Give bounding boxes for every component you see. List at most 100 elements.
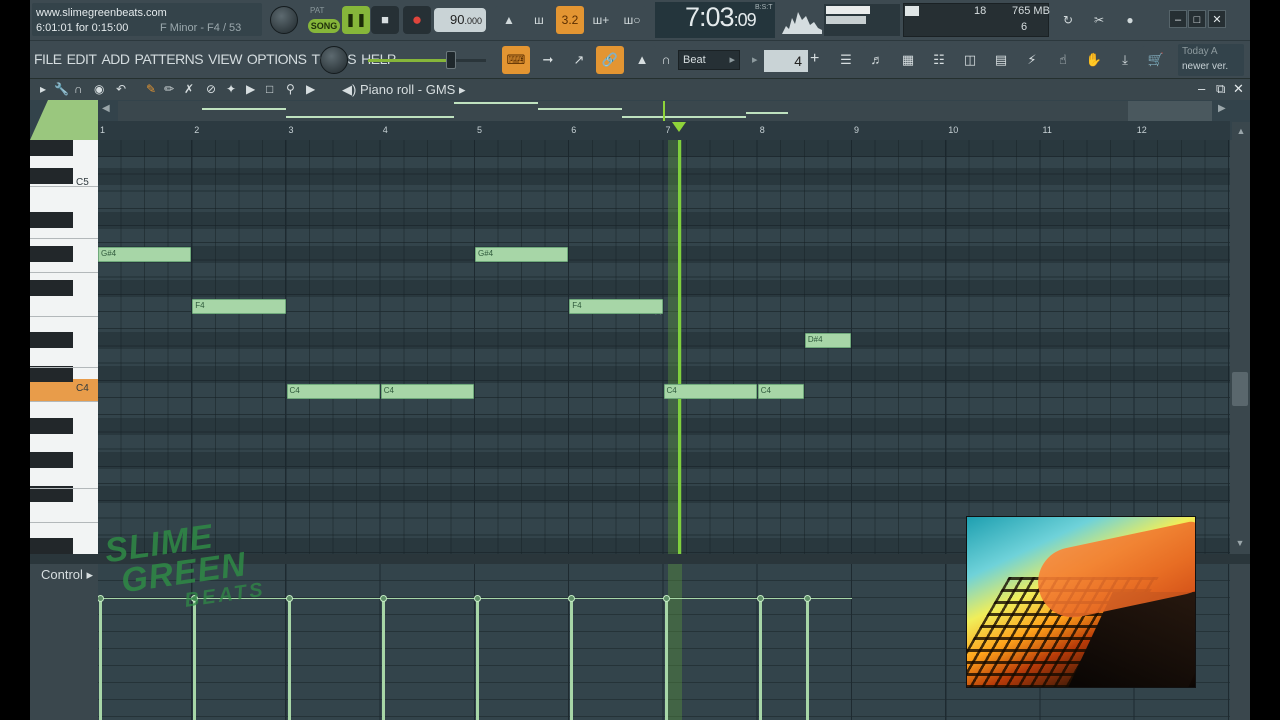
playhead-line[interactable] — [678, 140, 681, 554]
ensemble-button[interactable]: ✋ — [1080, 46, 1108, 74]
velocity-stem[interactable] — [476, 598, 479, 720]
wrench-icon[interactable]: 🔧 — [54, 82, 69, 96]
blend-notes-button[interactable]: ш+ — [587, 6, 615, 34]
velocity-handle[interactable] — [803, 595, 811, 602]
countdown-button[interactable]: 3.2 — [556, 6, 584, 34]
menu-patterns[interactable]: PATTERNS — [135, 51, 204, 67]
stamp-icon[interactable]: ◉ — [94, 82, 104, 96]
event-editor-scrollbar[interactable] — [1230, 564, 1250, 720]
note[interactable]: C4 — [286, 384, 380, 399]
oscilloscope-icon[interactable] — [782, 6, 822, 34]
zoom-icon[interactable]: ⚲ — [286, 82, 295, 96]
piano-roll-maximize-button[interactable]: ⧉ — [1216, 81, 1225, 97]
note-grid[interactable]: ⇔ G#4F4C4C4G#4F4C4C4D#4 — [98, 140, 1230, 554]
velocity-handle[interactable] — [379, 595, 387, 602]
slice-tool-icon[interactable]: ✦ — [226, 82, 236, 96]
step-value-field[interactable]: 4 — [764, 50, 808, 72]
mute-tool-icon[interactable]: ⊘ — [206, 82, 216, 96]
velocity-handle[interactable] — [474, 595, 481, 602]
magnet-snap-button[interactable]: ∩ — [658, 46, 674, 74]
black-key[interactable] — [30, 538, 73, 554]
black-key[interactable] — [30, 332, 73, 348]
pattern-song-switch[interactable]: PAT SONG — [308, 5, 342, 35]
channel-rack-button[interactable]: ▦ — [894, 46, 922, 74]
menu-add[interactable]: ADD — [101, 51, 130, 67]
undo-history-button[interactable]: ↻ — [1054, 6, 1082, 34]
delete-tool-icon[interactable]: ✗ — [184, 82, 194, 96]
plugin-picker-button[interactable]: ◫ — [956, 46, 984, 74]
piano-roll-minimize-button[interactable]: – — [1198, 81, 1205, 96]
step-increase-button[interactable]: + — [810, 50, 819, 68]
metronome-button[interactable]: ▲ — [495, 6, 523, 34]
master-volume-slider[interactable] — [368, 59, 486, 62]
stop-button[interactable]: ■ — [371, 6, 399, 34]
window-close-button[interactable]: ✕ — [1208, 10, 1226, 28]
multilink-button[interactable]: 🔗 — [596, 46, 624, 74]
black-key[interactable] — [30, 246, 73, 262]
magnet-icon[interactable]: ∩ — [74, 82, 83, 96]
vertical-scroll-thumb[interactable] — [1232, 372, 1248, 406]
loop-record-button[interactable]: ш○ — [618, 6, 646, 34]
download-button[interactable]: ⤓ — [1111, 46, 1139, 74]
main-volume-knob[interactable] — [270, 6, 298, 34]
note[interactable]: F4 — [192, 299, 286, 314]
speaker-icon[interactable]: ▶ — [306, 82, 315, 96]
scroll-down-icon[interactable]: ▼ — [1232, 538, 1248, 552]
velocity-handle[interactable] — [756, 595, 764, 602]
options-arrow-icon[interactable]: ▸ — [40, 82, 46, 96]
piano-roll-button[interactable]: ♬ — [863, 46, 891, 74]
undo-icon[interactable]: ↶ — [116, 82, 126, 96]
browser-button[interactable]: ▤ — [987, 46, 1015, 74]
overview-right-arrow-icon[interactable]: ▶ — [1218, 103, 1226, 114]
mixer-button[interactable]: ☷ — [925, 46, 953, 74]
piano-roll-title[interactable]: ◀) Piano roll - GMS ▸ — [342, 82, 465, 98]
menu-options[interactable]: OPTIONS — [247, 51, 307, 67]
playlist-button[interactable]: ☰ — [832, 46, 860, 74]
step-decrease-button[interactable]: ▸ — [752, 53, 758, 66]
note[interactable]: C4 — [663, 384, 757, 399]
window-maximize-button[interactable]: □ — [1188, 10, 1206, 28]
song-time-display[interactable]: 7:03:09 — [685, 2, 757, 33]
plugin-database-button[interactable]: ⚡ — [1018, 46, 1046, 74]
black-key[interactable] — [30, 168, 73, 184]
window-minimize-button[interactable]: – — [1169, 10, 1187, 28]
black-key[interactable] — [30, 452, 73, 468]
tempo-display[interactable]: 90.000 — [434, 8, 486, 32]
note[interactable]: C4 — [757, 384, 804, 399]
control-select[interactable]: Control ▸ — [41, 567, 93, 583]
scroll-up-icon[interactable]: ▲ — [1232, 122, 1250, 140]
time-ruler[interactable]: 1 2 3 4 5 6 7 8 9 10 11 12 — [98, 121, 1230, 140]
step-edit-button[interactable]: ➞ — [534, 46, 562, 74]
velocity-stem[interactable] — [570, 598, 574, 720]
black-key[interactable] — [30, 212, 73, 228]
paint-icon[interactable]: ✏ — [164, 82, 174, 96]
menu-view[interactable]: VIEW — [208, 51, 242, 67]
news-panel[interactable]: Today A newer ver. — [1178, 44, 1244, 76]
menu-edit[interactable]: EDIT — [67, 51, 97, 67]
note[interactable]: G#4 — [98, 247, 192, 262]
piano-roll-close-button[interactable]: ✕ — [1233, 81, 1244, 97]
black-key[interactable] — [30, 280, 73, 296]
master-volume-handle[interactable] — [446, 51, 456, 69]
pause-button[interactable]: ❚❚ — [342, 6, 370, 34]
velocity-handle[interactable] — [568, 595, 576, 602]
black-key[interactable] — [30, 418, 73, 434]
snap-select[interactable]: Beat — [678, 50, 740, 70]
black-key[interactable] — [30, 366, 73, 382]
overview-scrollbar[interactable] — [118, 101, 1128, 121]
note-properties-tab[interactable] — [30, 100, 98, 140]
overview-left-arrow-icon[interactable]: ◀ — [102, 103, 110, 114]
shop-button[interactable]: 🛒 — [1142, 46, 1170, 74]
metronome-mode-button[interactable]: ▲ — [628, 46, 656, 74]
typing-keyboard-button[interactable]: ⌨ — [502, 46, 530, 74]
piano-keyboard[interactable]: C5 C4 — [30, 140, 98, 554]
playhead-marker-icon[interactable] — [672, 122, 686, 132]
note[interactable]: C4 — [380, 384, 474, 399]
velocity-handle[interactable] — [662, 595, 670, 602]
select-tool-icon[interactable]: ▶ — [246, 82, 255, 96]
slide-tool-button[interactable]: ↗ — [565, 46, 593, 74]
vertical-scrollbar[interactable] — [1230, 140, 1250, 554]
velocity-stem[interactable] — [805, 598, 809, 720]
select-box-icon[interactable]: □ — [266, 82, 273, 96]
black-key[interactable] — [30, 140, 73, 156]
